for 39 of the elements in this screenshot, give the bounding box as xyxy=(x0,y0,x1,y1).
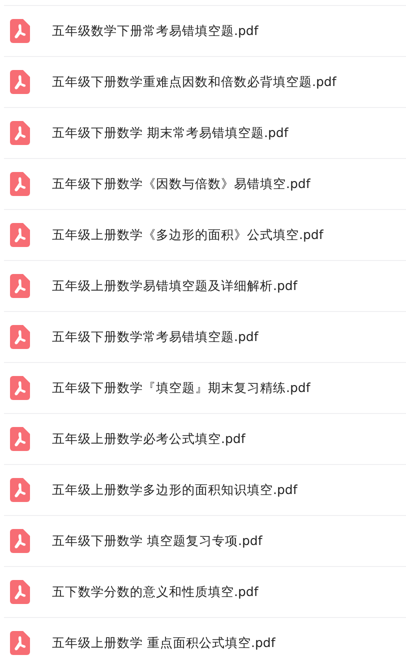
file-row[interactable]: 五年级下册数学 填空题复习专项.pdf xyxy=(4,515,406,566)
file-name: 五年级下册数学《因数与倍数》易错填空.pdf xyxy=(52,176,310,192)
file-row[interactable]: 五年级上册数学多边形的面积知识填空.pdf xyxy=(4,464,406,515)
pdf-icon xyxy=(10,529,30,553)
pdf-icon xyxy=(10,121,30,145)
file-name: 五年级上册数学必考公式填空.pdf xyxy=(52,430,246,448)
file-name: 五年级上册数学《多边形的面积》公式填空.pdf xyxy=(52,226,324,244)
pdf-icon xyxy=(10,376,30,400)
file-name: 五年级上册数学多边形的面积知识填空.pdf xyxy=(52,482,298,498)
pdf-icon xyxy=(10,70,30,94)
file-row[interactable]: 五年级下册数学重难点因数和倍数必背填空题.pdf xyxy=(4,56,406,107)
file-name: 五下数学分数的意义和性质填空.pdf xyxy=(52,584,258,600)
file-name: 五年级下册数学常考易错填空题.pdf xyxy=(52,328,258,346)
file-name: 五年级上册数学易错填空题及详细解析.pdf xyxy=(52,278,298,294)
pdf-icon xyxy=(10,631,30,655)
pdf-icon xyxy=(10,325,30,349)
file-row[interactable]: 五年级下册数学常考易错填空题.pdf xyxy=(4,311,406,362)
file-row[interactable]: 五年级上册数学《多边形的面积》公式填空.pdf xyxy=(4,209,406,260)
file-row[interactable]: 五年级下册数学《因数与倍数》易错填空.pdf xyxy=(4,158,406,209)
pdf-icon xyxy=(10,427,30,451)
file-name: 五年级数学下册常考易错填空题.pdf xyxy=(52,22,258,40)
file-name: 五年级上册数学 重点面积公式填空.pdf xyxy=(52,634,276,652)
file-row[interactable]: 五下数学分数的意义和性质填空.pdf xyxy=(4,566,406,617)
pdf-icon xyxy=(10,19,30,43)
pdf-icon xyxy=(10,274,30,298)
pdf-icon xyxy=(10,580,30,604)
file-row[interactable]: 五年级下册数学『填空题』期末复习精练.pdf xyxy=(4,362,406,413)
file-row[interactable]: 五年级数学下册常考易错填空题.pdf xyxy=(4,5,406,56)
file-row[interactable]: 五年级上册数学 重点面积公式填空.pdf xyxy=(4,617,406,660)
file-name: 五年级下册数学 期末常考易错填空题.pdf xyxy=(52,124,288,142)
pdf-icon xyxy=(10,172,30,196)
file-row[interactable]: 五年级上册数学必考公式填空.pdf xyxy=(4,413,406,464)
file-name: 五年级下册数学『填空题』期末复习精练.pdf xyxy=(52,380,310,396)
file-row[interactable]: 五年级上册数学易错填空题及详细解析.pdf xyxy=(4,260,406,311)
file-row[interactable]: 五年级下册数学 期末常考易错填空题.pdf xyxy=(4,107,406,158)
file-name: 五年级下册数学重难点因数和倍数必背填空题.pdf xyxy=(52,74,336,90)
pdf-icon xyxy=(10,478,30,502)
file-name: 五年级下册数学 填空题复习专项.pdf xyxy=(52,532,262,550)
pdf-icon xyxy=(10,223,30,247)
